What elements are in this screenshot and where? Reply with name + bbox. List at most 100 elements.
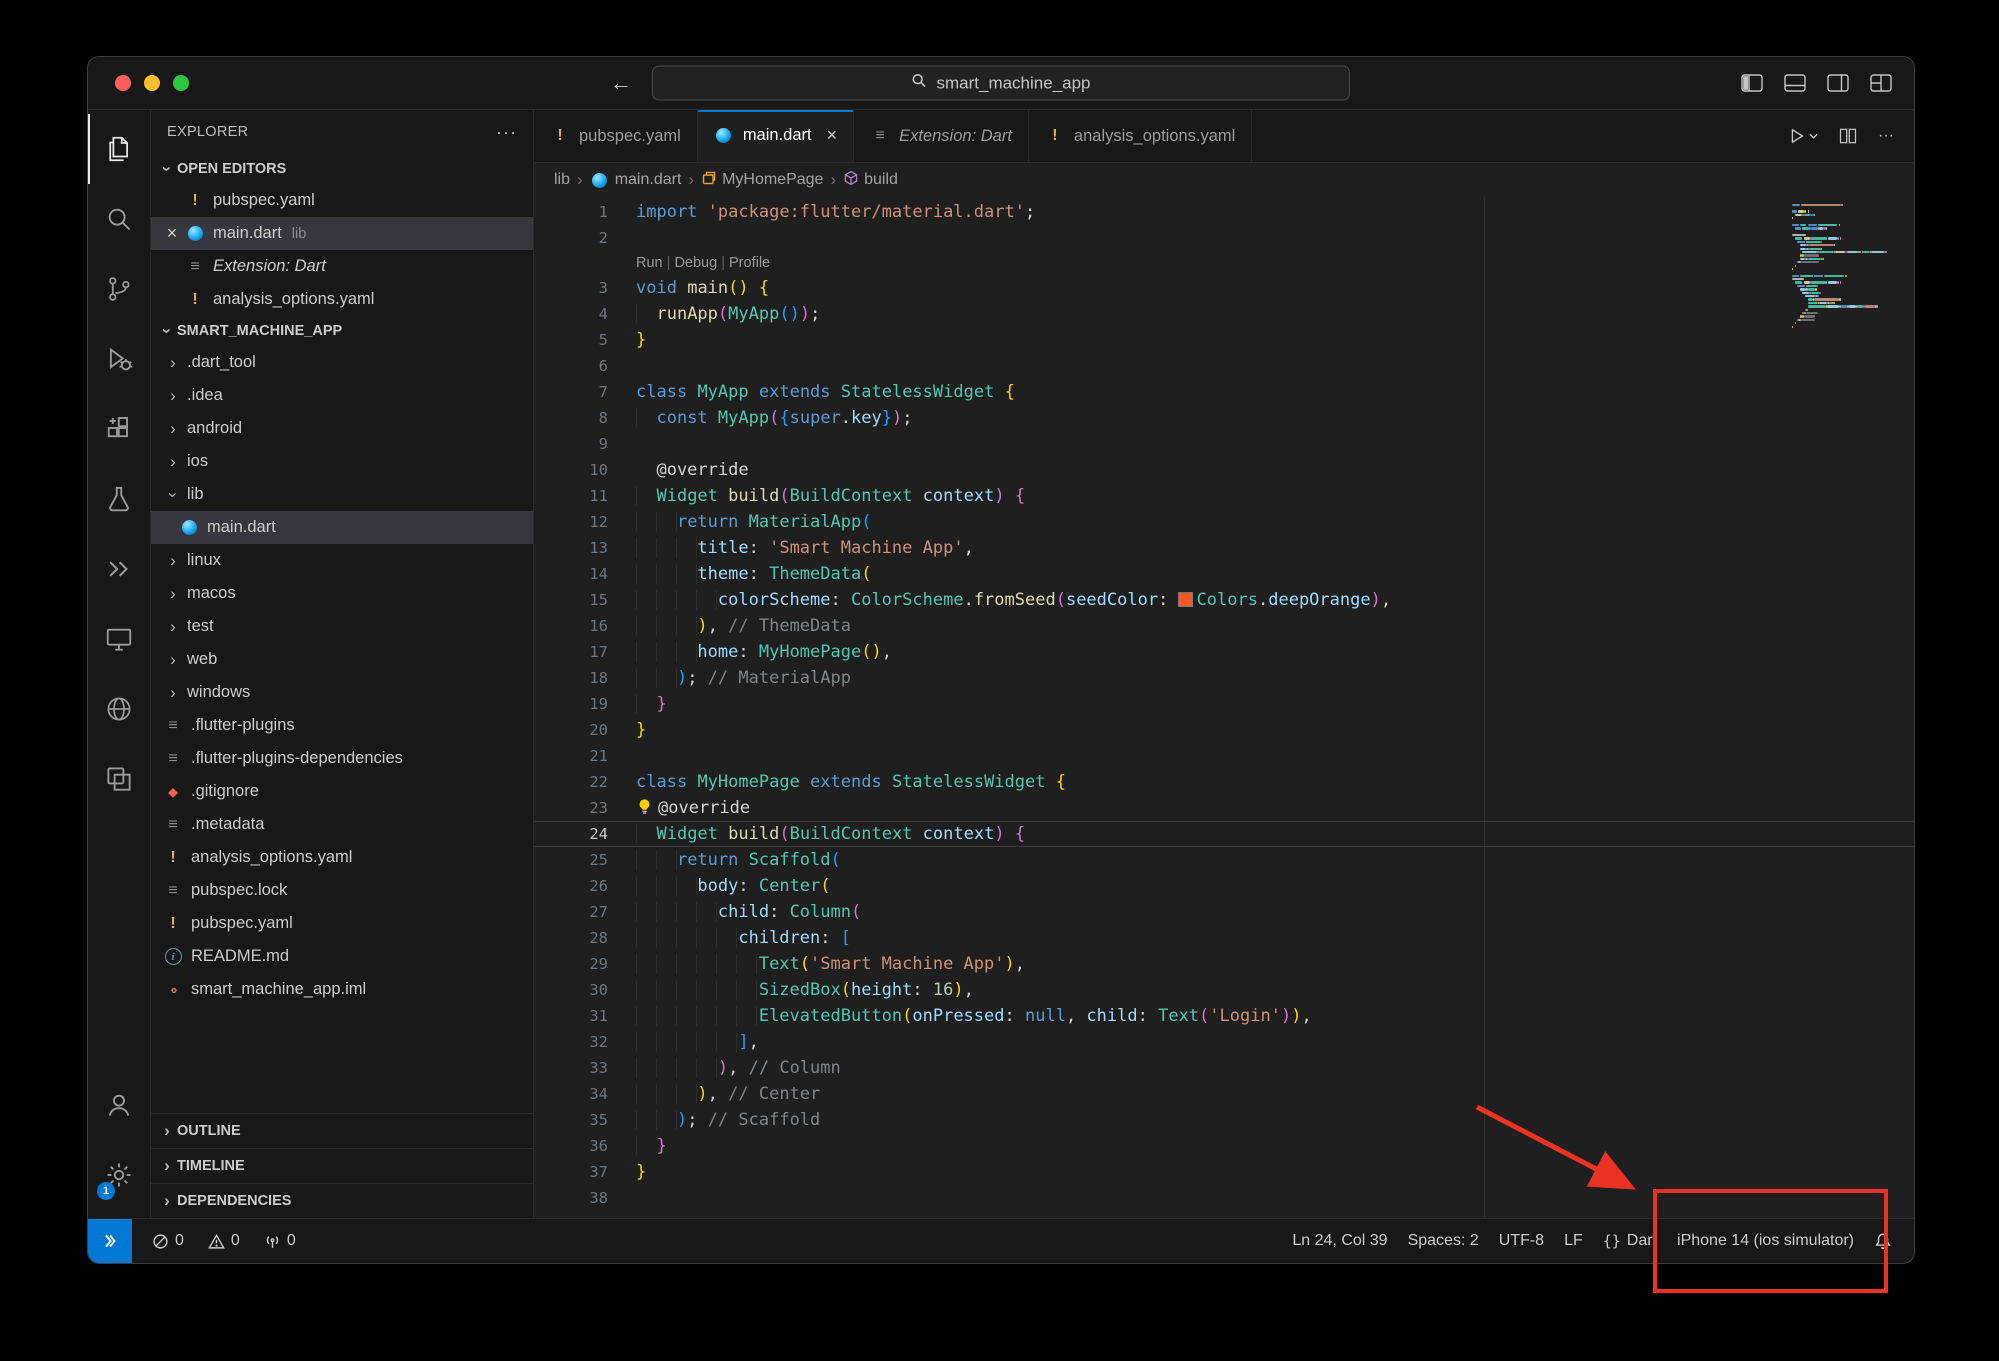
code-line[interactable]: 10 @override bbox=[534, 457, 1914, 483]
source-control-icon[interactable] bbox=[88, 254, 150, 324]
remote-explorer-icon[interactable] bbox=[88, 604, 150, 674]
zoom-button[interactable] bbox=[173, 75, 189, 91]
code-line[interactable]: 9 bbox=[534, 431, 1914, 457]
code-line[interactable]: 12 return MaterialApp( bbox=[534, 509, 1914, 535]
tree-item[interactable]: ›web bbox=[151, 643, 533, 676]
open-editor-item[interactable]: !pubspec.yaml bbox=[151, 184, 533, 217]
tree-item[interactable]: ›lib bbox=[151, 478, 533, 511]
code-line[interactable]: 14 theme: ThemeData( bbox=[534, 561, 1914, 587]
toggle-secondary-sidebar-icon[interactable] bbox=[1827, 74, 1849, 92]
tree-item[interactable]: ‹›smart_machine_app.iml bbox=[151, 973, 533, 1006]
close-button[interactable] bbox=[115, 75, 131, 91]
code-line[interactable]: 5} bbox=[534, 327, 1914, 353]
breadcrumb-item[interactable]: lib bbox=[554, 171, 570, 189]
code-line[interactable]: 13 title: 'Smart Machine App', bbox=[534, 535, 1914, 561]
code-line[interactable]: 7class MyApp extends StatelessWidget { bbox=[534, 379, 1914, 405]
status-item-r0[interactable]: Ln 24, Col 39 bbox=[1282, 1219, 1397, 1263]
tree-item[interactable]: ›.idea bbox=[151, 379, 533, 412]
status-braces[interactable]: {}Dart bbox=[1593, 1219, 1667, 1263]
code-line[interactable]: 30 SizedBox(height: 16), bbox=[534, 977, 1914, 1003]
layers-icon[interactable] bbox=[88, 744, 150, 814]
back-button[interactable]: ← bbox=[610, 70, 632, 96]
code-line[interactable]: 2 bbox=[534, 225, 1914, 251]
open-editor-item[interactable]: ×main.dartlib bbox=[151, 217, 533, 250]
tree-item[interactable]: ›ios bbox=[151, 445, 533, 478]
code-line[interactable]: 23@override bbox=[534, 795, 1914, 821]
tree-item[interactable]: !analysis_options.yaml bbox=[151, 841, 533, 874]
code-line[interactable]: 26 body: Center( bbox=[534, 873, 1914, 899]
code-line[interactable]: 38 bbox=[534, 1185, 1914, 1211]
command-center-search[interactable]: smart_machine_app bbox=[652, 66, 1350, 101]
codelens-profile[interactable]: Profile bbox=[729, 255, 770, 271]
explorer-more-actions-icon[interactable]: ··· bbox=[496, 122, 517, 143]
status-device[interactable]: iPhone 14 (ios simulator) bbox=[1667, 1219, 1864, 1263]
open-editor-item[interactable]: !analysis_options.yaml bbox=[151, 283, 533, 316]
code-line[interactable]: 18 ); // MaterialApp bbox=[534, 665, 1914, 691]
tree-item[interactable]: ◆.gitignore bbox=[151, 775, 533, 808]
tree-item[interactable]: ›test bbox=[151, 610, 533, 643]
status-remote[interactable] bbox=[88, 1219, 132, 1263]
breadcrumb-item[interactable]: MyHomePage bbox=[701, 170, 823, 191]
status-error[interactable]: 0 bbox=[142, 1219, 194, 1263]
explorer-icon[interactable] bbox=[88, 114, 150, 184]
close-tab-icon[interactable]: × bbox=[827, 125, 838, 146]
code-line[interactable]: 6 bbox=[534, 353, 1914, 379]
code-line[interactable]: 37} bbox=[534, 1159, 1914, 1185]
code-line[interactable]: 27 child: Column( bbox=[534, 899, 1914, 925]
tree-item[interactable]: ›linux bbox=[151, 544, 533, 577]
codelens-run[interactable]: Run bbox=[636, 255, 663, 271]
run-debug-icon[interactable] bbox=[88, 324, 150, 394]
run-or-debug-button[interactable] bbox=[1787, 126, 1818, 146]
code-line[interactable]: 3void main() { bbox=[534, 275, 1914, 301]
tab-main-dart[interactable]: main.dart× bbox=[698, 110, 854, 162]
section-outline[interactable]: ›OUTLINE bbox=[151, 1113, 533, 1148]
code-line[interactable]: 33 ), // Column bbox=[534, 1055, 1914, 1081]
tree-item[interactable]: iREADME.md bbox=[151, 940, 533, 973]
tree-item[interactable]: ≡.flutter-plugins bbox=[151, 709, 533, 742]
code-line[interactable]: 36 } bbox=[534, 1133, 1914, 1159]
open-editor-item[interactable]: ≡Extension: Dart bbox=[151, 250, 533, 283]
tab-extension-dart[interactable]: ≡Extension: Dart bbox=[854, 110, 1029, 162]
code-line[interactable]: 17 home: MyHomePage(), bbox=[534, 639, 1914, 665]
code-line[interactable]: 11 Widget build(BuildContext context) { bbox=[534, 483, 1914, 509]
code-line[interactable]: 29 Text('Smart Machine App'), bbox=[534, 951, 1914, 977]
lightbulb-icon[interactable] bbox=[636, 797, 658, 823]
status-ports[interactable]: 0 bbox=[254, 1219, 306, 1263]
section-timeline[interactable]: ›TIMELINE bbox=[151, 1148, 533, 1183]
code-line[interactable]: 22class MyHomePage extends StatelessWidg… bbox=[534, 769, 1914, 795]
tree-item[interactable]: ≡.metadata bbox=[151, 808, 533, 841]
testing-icon[interactable] bbox=[88, 464, 150, 534]
extensions-icon[interactable] bbox=[88, 394, 150, 464]
breadcrumb-item[interactable]: main.dart bbox=[590, 171, 682, 189]
code-line[interactable]: 4 runApp(MyApp()); bbox=[534, 301, 1914, 327]
tree-item[interactable]: ≡pubspec.lock bbox=[151, 874, 533, 907]
settings-icon[interactable]: 1 bbox=[88, 1140, 150, 1210]
code-line[interactable]: 35 ); // Scaffold bbox=[534, 1107, 1914, 1133]
code-line[interactable]: 31 ElevatedButton(onPressed: null, child… bbox=[534, 1003, 1914, 1029]
close-editor-icon[interactable]: × bbox=[159, 223, 185, 244]
search-icon[interactable] bbox=[88, 184, 150, 254]
toggle-sidebar-icon[interactable] bbox=[1741, 74, 1763, 92]
tree-item[interactable]: ›macos bbox=[151, 577, 533, 610]
code-line[interactable]: 8 const MyApp({super.key}); bbox=[534, 405, 1914, 431]
code-line[interactable]: 28 children: [ bbox=[534, 925, 1914, 951]
tab-pubspec-yaml[interactable]: !pubspec.yaml bbox=[534, 110, 698, 162]
chevrons-icon[interactable] bbox=[88, 534, 150, 604]
tree-item[interactable]: ›.dart_tool bbox=[151, 346, 533, 379]
open-editors-header[interactable]: › OPEN EDITORS bbox=[151, 154, 533, 184]
account-icon[interactable] bbox=[88, 1070, 150, 1140]
tree-item[interactable]: ≡.flutter-plugins-dependencies bbox=[151, 742, 533, 775]
tree-item[interactable]: ›windows bbox=[151, 676, 533, 709]
project-header[interactable]: › SMART_MACHINE_APP bbox=[151, 316, 533, 346]
code-line[interactable]: 1import 'package:flutter/material.dart'; bbox=[534, 199, 1914, 225]
code-line[interactable]: 32 ], bbox=[534, 1029, 1914, 1055]
code-line[interactable]: 16 ), // ThemeData bbox=[534, 613, 1914, 639]
tab-analysis-options-yaml[interactable]: !analysis_options.yaml bbox=[1029, 110, 1252, 162]
more-actions-icon[interactable]: ··· bbox=[1878, 127, 1894, 145]
code-line[interactable]: 19 } bbox=[534, 691, 1914, 717]
split-editor-icon[interactable] bbox=[1838, 126, 1858, 146]
minimize-button[interactable] bbox=[144, 75, 160, 91]
tree-item[interactable]: main.dart bbox=[151, 511, 533, 544]
tree-item[interactable]: !pubspec.yaml bbox=[151, 907, 533, 940]
breadcrumb-item[interactable]: build bbox=[843, 170, 898, 191]
